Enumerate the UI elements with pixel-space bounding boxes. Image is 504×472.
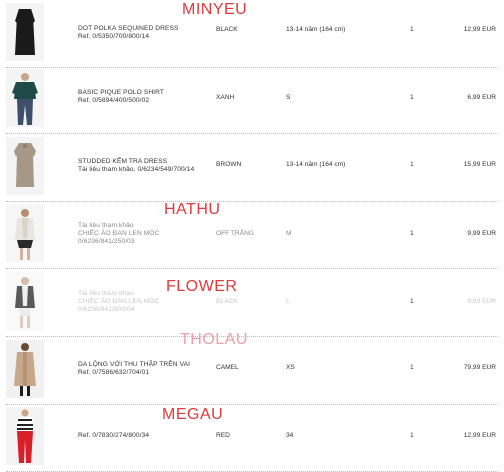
- product-name[interactable]: BASIC PIQUE POLO SHIRT Ref. 0/5894/400/5…: [78, 89, 164, 105]
- product-price: 15,99 EUR: [463, 161, 496, 168]
- product-color: RED: [216, 432, 230, 439]
- product-name[interactable]: DOT POLKA SEQUINED DRESS Ref. 0/5350/700…: [78, 25, 178, 41]
- product-price: 79,99 EUR: [463, 364, 496, 371]
- product-color: BROWN: [216, 161, 242, 168]
- name-stamp: HATHU: [164, 201, 221, 218]
- name-stamp: FLOWER: [166, 278, 238, 295]
- product-quantity: 1: [410, 94, 414, 101]
- product-price: 9,99 EUR: [467, 298, 496, 305]
- cardigan-black-thumbnail[interactable]: [6, 272, 44, 330]
- product-color: BLACK: [216, 298, 238, 305]
- product-quantity: 1: [410, 161, 414, 168]
- product-price: 12,99 EUR: [463, 26, 496, 33]
- order-row: BASIC PIQUE POLO SHIRT Ref. 0/5894/400/5…: [0, 66, 504, 134]
- product-size: XS: [286, 364, 295, 371]
- order-row: Ref. 0/7830/274/800/34 RED 34 1 12,99 EU…: [0, 404, 504, 472]
- order-row: STUDDED KỂM TRA DRESS Tài liệu tham khảo…: [0, 134, 504, 202]
- product-quantity: 1: [410, 26, 414, 33]
- product-size: 34: [286, 432, 294, 439]
- name-stamp: MINYEU: [182, 1, 248, 18]
- product-price: 6,99 EUR: [467, 94, 496, 101]
- product-color: BLACK: [216, 26, 238, 33]
- product-quantity: 1: [410, 364, 414, 371]
- product-price: 12,99 EUR: [463, 432, 496, 439]
- black-dress-thumbnail[interactable]: [6, 3, 44, 61]
- product-color: XANH: [216, 94, 235, 101]
- order-row: Tài liệu tham khảo CHIẾC ÁO ĐAN LEN MÓC …: [0, 269, 504, 337]
- order-row: Tài liệu tham khảo CHIẾC ÁO ĐAN LEN MÓC …: [0, 201, 504, 269]
- name-stamp: THOLAU: [180, 331, 248, 348]
- product-color: CAMEL: [216, 364, 239, 371]
- order-row: DOT POLKA SEQUINED DRESS Ref. 0/5350/700…: [0, 0, 504, 68]
- cardigan-white-thumbnail[interactable]: [6, 204, 44, 262]
- product-size: M: [286, 230, 292, 237]
- product-name[interactable]: DA LỘNG VỚI THU THẬP TRÊN VAI Ref. 0/758…: [78, 361, 190, 377]
- product-size: 13-14 năm (164 cm): [286, 26, 346, 33]
- red-trousers-thumbnail[interactable]: [6, 407, 44, 465]
- product-size: 13-14 năm (164 cm): [286, 161, 346, 168]
- product-name[interactable]: Ref. 0/7830/274/800/34: [78, 432, 149, 440]
- product-quantity: 1: [410, 230, 414, 237]
- product-quantity: 1: [410, 298, 414, 305]
- camel-coat-thumbnail[interactable]: [6, 340, 44, 398]
- green-polo-thumbnail[interactable]: [6, 69, 44, 127]
- order-row: DA LỘNG VỚI THU THẬP TRÊN VAI Ref. 0/758…: [0, 331, 504, 405]
- product-quantity: 1: [410, 432, 414, 439]
- product-color: OFF TRẮNG: [216, 230, 254, 237]
- name-stamp: MEGAU: [162, 406, 224, 423]
- product-name[interactable]: STUDDED KỂM TRA DRESS Tài liệu tham khảo…: [78, 158, 194, 174]
- product-name[interactable]: Tài liệu tham khảo CHIẾC ÁO ĐAN LEN MÓC …: [78, 290, 160, 314]
- product-price: 9,99 EUR: [467, 230, 496, 237]
- product-size: L: [286, 298, 290, 305]
- product-name[interactable]: Tài liệu tham khảo CHIẾC ÁO ĐAN LEN MÓC …: [78, 222, 160, 246]
- brown-dress-thumbnail[interactable]: [6, 137, 44, 195]
- product-size: S: [286, 94, 291, 101]
